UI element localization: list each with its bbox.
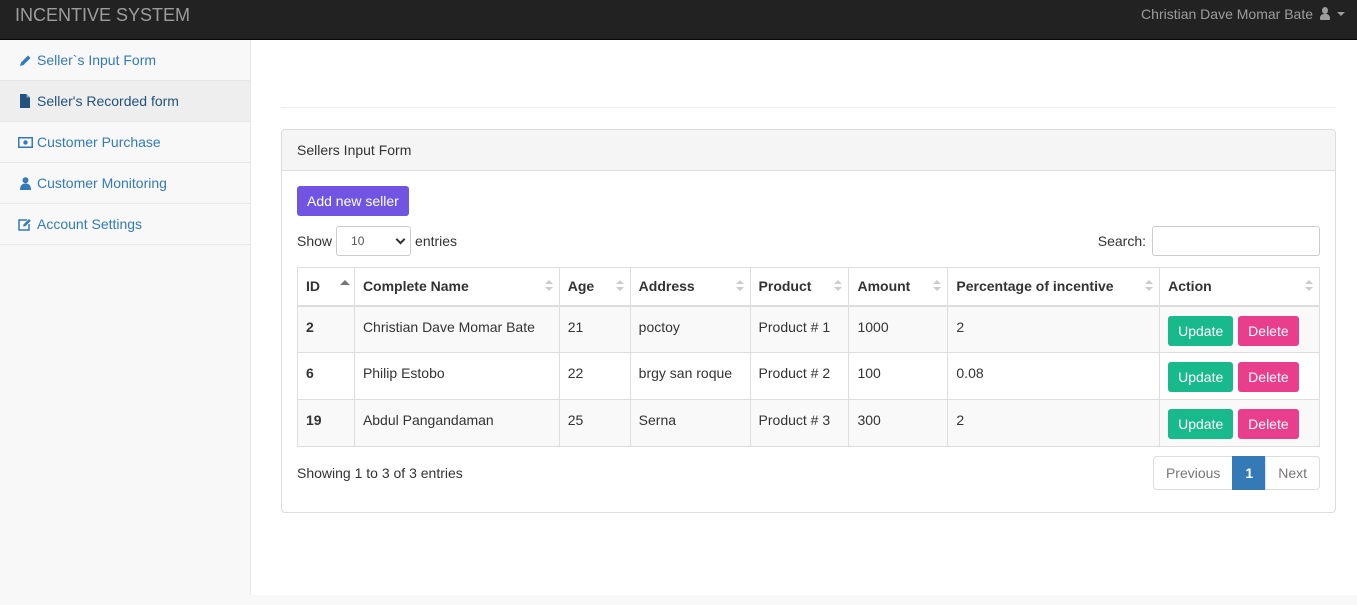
user-name: Christian Dave Momar Bate [1141,6,1313,22]
cell-age: 21 [558,305,631,353]
cell-id: 2 [297,305,355,353]
search-control: Search: [1098,226,1320,256]
cell-percentage: 2 [947,305,1161,353]
sellers-panel: Sellers Input Form Add new seller Show 1… [281,129,1336,513]
cell-age: 22 [558,352,631,400]
sidebar-item-label: Customer Purchase [37,134,161,150]
divider [281,107,1336,108]
cell-name: Abdul Pangandaman [353,399,560,447]
top-navbar: INCENTIVE SYSTEM Christian Dave Momar Ba… [0,0,1357,40]
edit-icon [17,217,33,231]
cell-action: Update Delete [1159,305,1320,353]
sidebar: Seller`s Input Form Seller's Recorded fo… [0,40,251,595]
delete-button[interactable]: Delete [1238,315,1299,346]
delete-button[interactable]: Delete [1238,362,1299,392]
cell-percentage: 2 [947,399,1161,447]
cell-name: Philip Estobo [353,352,560,400]
cell-product: Product # 1 [749,305,850,353]
caret-down-icon [1337,12,1345,16]
search-label: Search: [1097,233,1146,249]
app-brand[interactable]: INCENTIVE SYSTEM [15,5,190,26]
cell-address: Serna [629,399,751,447]
user-menu-dropdown[interactable]: Christian Dave Momar Bate [1141,6,1345,22]
panel-heading: Sellers Input Form [282,130,1335,171]
cell-percentage: 0.08 [947,352,1161,400]
column-header-age[interactable]: Age [558,267,631,307]
sort-ascending-icon [339,280,350,294]
column-header-complete-name[interactable]: Complete Name [353,267,560,307]
table-row: 19 Abdul Pangandaman 25 Serna Product # … [297,399,1320,447]
sidebar-item-customer-purchase[interactable]: Customer Purchase [0,122,250,163]
chevron-down-icon [395,234,406,244]
sidebar-item-label: Seller`s Input Form [37,52,157,68]
add-new-seller-button[interactable]: Add new seller [297,186,409,216]
file-icon [17,94,33,108]
cell-name: Christian Dave Momar Bate [353,305,560,353]
user-icon [1319,7,1331,21]
main-content: Sellers Input Form Add new seller Show 1… [251,40,1357,595]
sidebar-item-customer-monitoring[interactable]: Customer Monitoring [0,163,250,204]
cell-amount: 300 [848,399,949,447]
column-header-percentage-of-incentive[interactable]: Percentage of incentive [947,267,1161,307]
update-button[interactable]: Update [1168,362,1234,392]
sort-icon [1305,280,1313,294]
column-header-amount[interactable]: Amount [848,267,949,307]
sidebar-item-label: Customer Monitoring [37,175,167,191]
cell-address: brgy san roque [629,352,751,400]
sidebar-item-sellers-recorded-form[interactable]: Seller's Recorded form [0,81,250,122]
update-button[interactable]: Update [1168,315,1234,346]
cell-id: 19 [297,399,355,447]
table-row: 2 Christian Dave Momar Bate 21 poctoy Pr… [297,305,1320,353]
cell-action: Update Delete [1159,352,1320,400]
update-button[interactable]: Update [1168,409,1234,439]
pagination: Previous 1 Next [1152,456,1320,490]
sidebar-item-account-settings[interactable]: Account Settings [0,204,250,245]
money-icon [17,135,33,149]
table-header-row: ID Complete Name Age Address Product Amo… [297,267,1320,307]
sort-icon [1145,280,1154,294]
column-header-id[interactable]: ID [297,267,355,307]
sidebar-item-sellers-input-form[interactable]: Seller`s Input Form [0,40,250,81]
user-icon [17,176,33,190]
cell-age: 25 [558,399,631,447]
sort-icon [933,280,942,294]
page-length-control: Show 10 entries [297,226,457,256]
cell-amount: 100 [848,352,949,400]
sort-icon [615,280,624,294]
page-length-value: 10 [351,234,365,248]
search-input[interactable] [1152,226,1320,256]
next-page-button[interactable]: Next [1265,456,1320,490]
cell-product: Product # 2 [749,352,850,400]
cell-action: Update Delete [1159,399,1320,447]
table-info: Showing 1 to 3 of 3 entries [297,465,463,481]
page-1-button[interactable]: 1 [1232,456,1267,490]
table-row: 6 Philip Estobo 22 brgy san roque Produc… [297,352,1320,400]
entries-label: entries [415,233,458,249]
previous-page-button[interactable]: Previous [1152,456,1234,490]
sellers-table: ID Complete Name Age Address Product Amo… [297,267,1320,447]
cell-amount: 1000 [848,305,949,353]
sort-icon [735,280,744,294]
column-header-address[interactable]: Address [629,267,751,307]
pencil-icon [17,53,33,67]
delete-button[interactable]: Delete [1238,409,1299,439]
page-length-select[interactable]: 10 [336,226,412,256]
cell-product: Product # 3 [749,399,850,447]
sidebar-item-label: Seller's Recorded form [37,93,179,109]
column-header-product[interactable]: Product [749,267,850,307]
sort-icon [834,280,843,294]
cell-address: poctoy [629,305,751,353]
sort-icon [544,280,553,294]
show-label: Show [297,233,333,249]
cell-id: 6 [297,352,355,400]
column-header-action[interactable]: Action [1159,267,1320,307]
sidebar-item-label: Account Settings [37,216,143,232]
